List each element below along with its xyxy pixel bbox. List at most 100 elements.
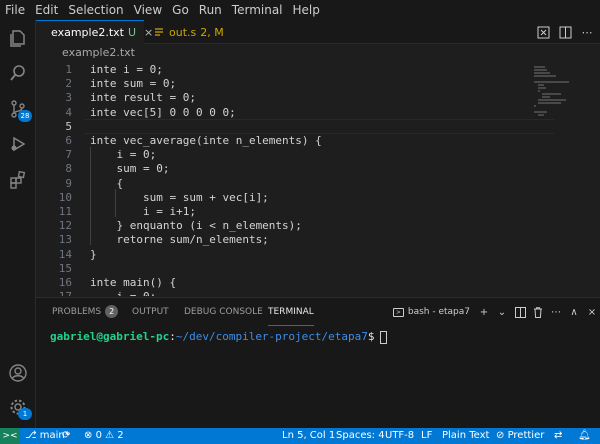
current-line-highlight xyxy=(84,119,554,134)
menu-go[interactable]: Go xyxy=(172,3,189,17)
line-number: 10 xyxy=(58,190,72,204)
problems-count-badge: 2 xyxy=(105,305,119,318)
minimap-line xyxy=(534,105,536,107)
notifications-bell-icon[interactable]: 🔔︎ xyxy=(578,428,591,444)
editor-tab-bar: example2.txt U × out.s 2, M ⋯ xyxy=(36,20,600,47)
code-line: } xyxy=(90,247,97,261)
terminal-cwd: ~/dev/compiler-project/etapa7 xyxy=(175,330,368,343)
menu-run[interactable]: Run xyxy=(199,3,222,17)
modified-indicator: 2, M xyxy=(200,25,224,39)
line-number: 16 xyxy=(58,276,72,289)
code-line: i = 0; xyxy=(90,290,156,296)
scm-badge: 28 xyxy=(18,110,32,122)
code-line: { xyxy=(90,176,124,190)
sync-icon[interactable]: ⟳ xyxy=(62,428,70,444)
line-number: 8 xyxy=(65,162,72,176)
terminal-user-host: gabriel@gabriel-pc xyxy=(50,330,170,343)
code-line: i = 0; xyxy=(90,148,157,162)
code-line: inte vec[5] 0 0 0 0 0; xyxy=(90,105,236,119)
compare-changes-icon[interactable] xyxy=(534,23,552,41)
tab-debug-console[interactable]: DEBUG CONSOLE xyxy=(184,298,263,326)
tab-out-s[interactable]: out.s 2, M xyxy=(144,20,254,44)
search-icon[interactable] xyxy=(7,62,29,84)
cursor-position[interactable]: Ln 5, Col 1 xyxy=(282,428,335,444)
tab-problems[interactable]: PROBLEMS 2 xyxy=(52,298,119,326)
panel-actions: > bash - etapa7 + ⌄ ⋯ ∧ × xyxy=(392,303,600,321)
minimap-line xyxy=(538,102,561,104)
menu-file[interactable]: File xyxy=(5,3,25,17)
line-number: 12 xyxy=(58,219,72,233)
minimap[interactable] xyxy=(530,62,600,296)
terminal-output[interactable]: gabriel@gabriel-pc:~/dev/compiler-projec… xyxy=(50,330,387,344)
editor-actions: ⋯ xyxy=(534,20,600,44)
menu-selection[interactable]: Selection xyxy=(68,3,123,17)
split-terminal-icon[interactable] xyxy=(512,304,528,320)
minimap-line xyxy=(534,69,547,71)
untracked-indicator: U xyxy=(127,26,137,39)
split-editor-icon[interactable] xyxy=(556,23,574,41)
minimap-line xyxy=(534,72,550,74)
settings-badge: 1 xyxy=(18,408,32,420)
terminal-prompt: $ xyxy=(367,330,375,343)
tab-example2-txt[interactable]: example2.txt U × xyxy=(36,20,153,47)
status-bar: >< ⎇ main* ⟳ ⊗ 0 ⚠ 2 Ln 5, Col 1 Spaces:… xyxy=(0,428,600,444)
minimap-line xyxy=(538,99,566,101)
line-number: 7 xyxy=(65,148,72,162)
minimap-line xyxy=(538,87,546,89)
code-line: inte result = 0; xyxy=(90,91,196,105)
activity-bar: 28 1 xyxy=(0,20,36,428)
minimap-line xyxy=(542,93,561,95)
maximize-panel-icon[interactable]: ∧ xyxy=(566,304,582,320)
chevron-down-icon[interactable]: ⌄ xyxy=(494,304,510,320)
breadcrumb[interactable]: example2.txt xyxy=(36,44,600,62)
more-actions-icon[interactable]: ⋯ xyxy=(578,23,596,41)
code-line: inte i = 0; xyxy=(90,63,163,76)
menu-terminal[interactable]: Terminal xyxy=(232,3,283,17)
more-actions-icon[interactable]: ⋯ xyxy=(548,304,564,320)
explorer-icon[interactable] xyxy=(7,27,29,49)
line-number: 14 xyxy=(58,247,72,261)
line-number: 2 xyxy=(65,77,72,91)
tab-output[interactable]: OUTPUT xyxy=(132,298,169,326)
minimap-line xyxy=(534,81,569,83)
menu-help[interactable]: Help xyxy=(293,3,320,17)
extensions-icon[interactable] xyxy=(7,169,29,191)
code-line: inte sum = 0; xyxy=(90,77,177,91)
line-number: 9 xyxy=(65,176,72,190)
line-number: 17 xyxy=(36,290,72,296)
account-icon[interactable] xyxy=(7,362,29,384)
minimap-line xyxy=(538,90,540,92)
terminal-selector[interactable]: > bash - etapa7 xyxy=(392,307,470,317)
code-line: inte main() { xyxy=(90,276,177,289)
tab-terminal[interactable]: TERMINAL xyxy=(268,298,314,326)
eol-status[interactable]: LF xyxy=(421,428,432,444)
line-number: 1 xyxy=(65,63,72,76)
code-line: retorne sum/n_elements; xyxy=(90,233,269,247)
remote-indicator-icon[interactable]: >< xyxy=(0,428,20,444)
code-editor[interactable]: 1 inte i = 0; 2 inte sum = 0; 3 inte result =… xyxy=(36,62,600,296)
code-line: inte vec_average(inte n_elements) { xyxy=(90,134,322,147)
problems-status[interactable]: ⊗ 0 ⚠ 2 xyxy=(84,428,124,444)
minimap-line xyxy=(534,75,556,77)
kill-terminal-trash-icon[interactable] xyxy=(530,304,546,320)
terminal-icon: > xyxy=(392,307,404,317)
bottom-panel: PROBLEMS 2 OUTPUT DEBUG CONSOLE TERMINAL … xyxy=(36,297,600,428)
menu-edit[interactable]: Edit xyxy=(35,3,58,17)
run-debug-icon[interactable] xyxy=(7,133,29,155)
line-number: 11 xyxy=(58,205,72,218)
minimap-line xyxy=(534,66,545,68)
line-number: 15 xyxy=(58,261,72,275)
language-mode[interactable]: Plain Text xyxy=(442,428,489,444)
line-number: 6 xyxy=(65,134,72,147)
line-number: 13 xyxy=(58,233,72,247)
prettier-status[interactable]: ⊘ Prettier xyxy=(496,428,544,444)
menu-view[interactable]: View xyxy=(134,3,162,17)
new-terminal-icon[interactable]: + xyxy=(476,304,492,320)
indentation-status[interactable]: Spaces: 4 xyxy=(336,428,385,444)
encoding-status[interactable]: UTF-8 xyxy=(385,428,414,444)
code-line: sum = 0; xyxy=(90,162,170,176)
close-panel-icon[interactable]: × xyxy=(584,304,600,320)
line-number: 5 xyxy=(65,119,72,133)
live-share-icon[interactable]: ⇄ xyxy=(554,428,562,444)
terminal-cursor xyxy=(379,330,387,344)
